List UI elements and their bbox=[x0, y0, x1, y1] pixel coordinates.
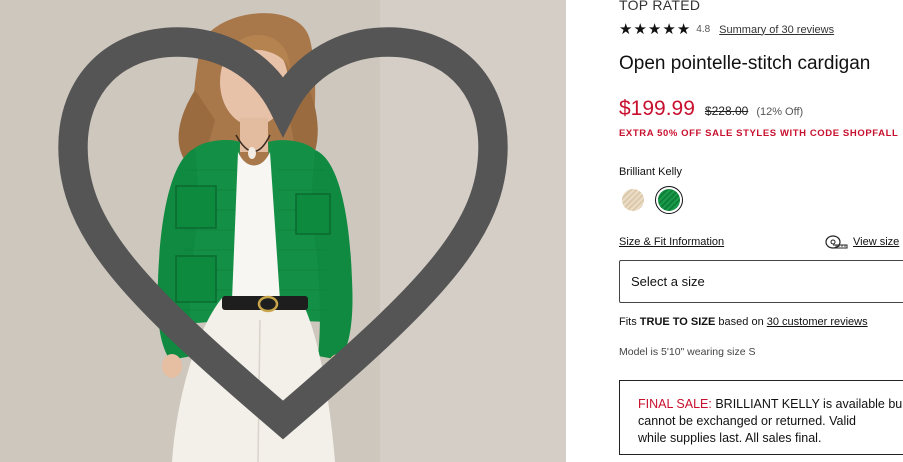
final-sale-line1: BRILLIANT KELLY is available bu bbox=[711, 397, 903, 411]
rating-stars: ★ ★ ★ ★ ★ bbox=[619, 22, 690, 37]
star-icon: ★ bbox=[662, 21, 676, 38]
final-sale-line2: cannot be exchanged or returned. Valid bbox=[638, 414, 856, 428]
star-icon: ★ bbox=[633, 21, 647, 38]
measuring-tape-icon bbox=[825, 235, 848, 249]
customer-reviews-link[interactable]: 30 customer reviews bbox=[767, 316, 868, 328]
view-size-link[interactable]: View size bbox=[824, 234, 899, 250]
star-icon: ★ bbox=[676, 21, 691, 38]
top-rated-badge: TOP RATED bbox=[619, 0, 701, 13]
price-row: $199.99 $228.00 (12% Off) bbox=[619, 97, 803, 121]
promo-message: EXTRA 50% OFF SALE STYLES WITH CODE SHOP… bbox=[619, 128, 899, 139]
selected-color-label: Brilliant Kelly bbox=[619, 166, 682, 178]
model-size-note: Model is 5'10" wearing size S bbox=[619, 346, 756, 358]
original-price: $228.00 bbox=[704, 104, 749, 118]
product-image[interactable] bbox=[0, 0, 566, 462]
rating-row: ★ ★ ★ ★ ★ 4.8 Summary of 30 reviews bbox=[619, 22, 834, 37]
size-select[interactable]: Select a size bbox=[619, 260, 903, 303]
discount-percent: (12% Off) bbox=[756, 106, 804, 118]
rating-value: 4.8 bbox=[696, 24, 711, 35]
fit-rating: TRUE TO SIZE bbox=[639, 316, 716, 328]
product-title: Open pointelle-stitch cardigan bbox=[619, 53, 871, 74]
star-icon: ★ bbox=[647, 21, 662, 38]
fit-note-middle: based on bbox=[715, 316, 767, 328]
final-sale-label: FINAL SALE: bbox=[638, 397, 712, 411]
swatch-brilliant-kelly[interactable] bbox=[655, 186, 683, 214]
final-sale-line3: while supplies last. All sales final. bbox=[638, 431, 822, 445]
fit-note: Fits TRUE TO SIZE based on 30 customer r… bbox=[619, 316, 868, 328]
product-details: TOP RATED ★ ★ ★ ★ ★ 4.8 Summary of 30 re… bbox=[619, 0, 903, 462]
color-swatches bbox=[619, 186, 683, 214]
size-fit-info-link[interactable]: Size & Fit Information bbox=[619, 236, 724, 248]
wishlist-heart-icon[interactable] bbox=[0, 0, 566, 462]
view-size-label: View size bbox=[853, 236, 900, 248]
sale-price: $199.99 bbox=[619, 97, 695, 120]
reviews-summary-link[interactable]: Summary of 30 reviews bbox=[719, 24, 834, 36]
star-icon: ★ bbox=[619, 21, 633, 38]
swatch-beige[interactable] bbox=[619, 186, 647, 214]
final-sale-notice: FINAL SALE: BRILLIANT KELLY is available… bbox=[619, 380, 903, 455]
fit-note-prefix: Fits bbox=[619, 316, 640, 328]
